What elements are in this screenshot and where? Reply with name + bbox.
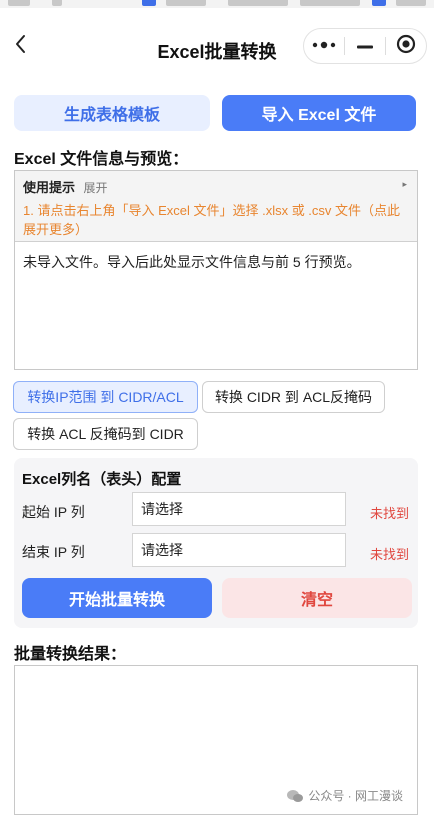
config-title: Excel列名（表头）配置 xyxy=(22,471,182,488)
target-circle-icon xyxy=(396,34,416,59)
mode-ip-range-to-cidr-button[interactable]: 转换IP范围 到 CIDR/ACL xyxy=(13,381,198,413)
close-button[interactable] xyxy=(386,29,426,63)
file-preview-panel: 使用提示 展开 ▸ 1. 请点击右上角「导入 Excel 文件」选择 .xlsx… xyxy=(14,170,418,370)
wechat-icon xyxy=(286,789,304,803)
end-ip-column-select[interactable]: 请选择 xyxy=(132,533,346,567)
status-bar xyxy=(0,0,434,8)
expand-arrow-icon[interactable]: ▸ xyxy=(402,179,407,190)
generate-template-button[interactable]: 生成表格模板 xyxy=(14,95,210,131)
minimize-button[interactable] xyxy=(345,29,385,63)
results-heading: 批量转换结果： xyxy=(14,646,127,663)
tips-body: 1. 请点击右上角「导入 Excel 文件」选择 .xlsx 或 .csv 文件… xyxy=(23,203,401,237)
end-ip-status: 未找到 xyxy=(370,547,410,562)
minus-icon xyxy=(356,37,374,55)
mini-program-capsule xyxy=(303,28,427,64)
results-textarea[interactable]: 公众号 · 网工漫谈 xyxy=(14,665,418,815)
clear-button[interactable]: 清空 xyxy=(222,578,412,618)
end-ip-column-label: 结束 IP 列 xyxy=(22,544,85,560)
more-dots-icon xyxy=(311,37,337,55)
start-batch-convert-button[interactable]: 开始批量转换 xyxy=(22,578,212,618)
start-ip-column-select[interactable]: 请选择 xyxy=(132,492,346,526)
start-ip-column-label: 起始 IP 列 xyxy=(22,504,85,520)
more-button[interactable] xyxy=(304,29,344,63)
mode-cidr-to-acl-button[interactable]: 转换 CIDR 到 ACL反掩码 xyxy=(202,381,385,413)
usage-tips[interactable]: 使用提示 展开 ▸ 1. 请点击右上角「导入 Excel 文件」选择 .xlsx… xyxy=(15,171,417,242)
mode-acl-to-cidr-button[interactable]: 转换 ACL 反掩码到 CIDR xyxy=(13,418,198,450)
tips-title: 使用提示 xyxy=(23,180,76,195)
file-info-heading: Excel 文件信息与预览： xyxy=(14,151,189,168)
navigation-bar: Excel批量转换 xyxy=(0,8,434,88)
file-info-text: 未导入文件。导入后此处显示文件信息与前 5 行预览。 xyxy=(23,254,361,270)
tips-expand-link[interactable]: 展开 xyxy=(83,181,107,195)
watermark-text: 公众号 · 网工漫谈 xyxy=(308,789,403,803)
import-excel-button[interactable]: 导入 Excel 文件 xyxy=(222,95,416,131)
column-config-panel: Excel列名（表头）配置 起始 IP 列 请选择 未找到 结束 IP 列 请选… xyxy=(14,458,418,628)
watermark: 公众号 · 网工漫谈 xyxy=(286,787,403,804)
start-ip-status: 未找到 xyxy=(370,506,410,521)
